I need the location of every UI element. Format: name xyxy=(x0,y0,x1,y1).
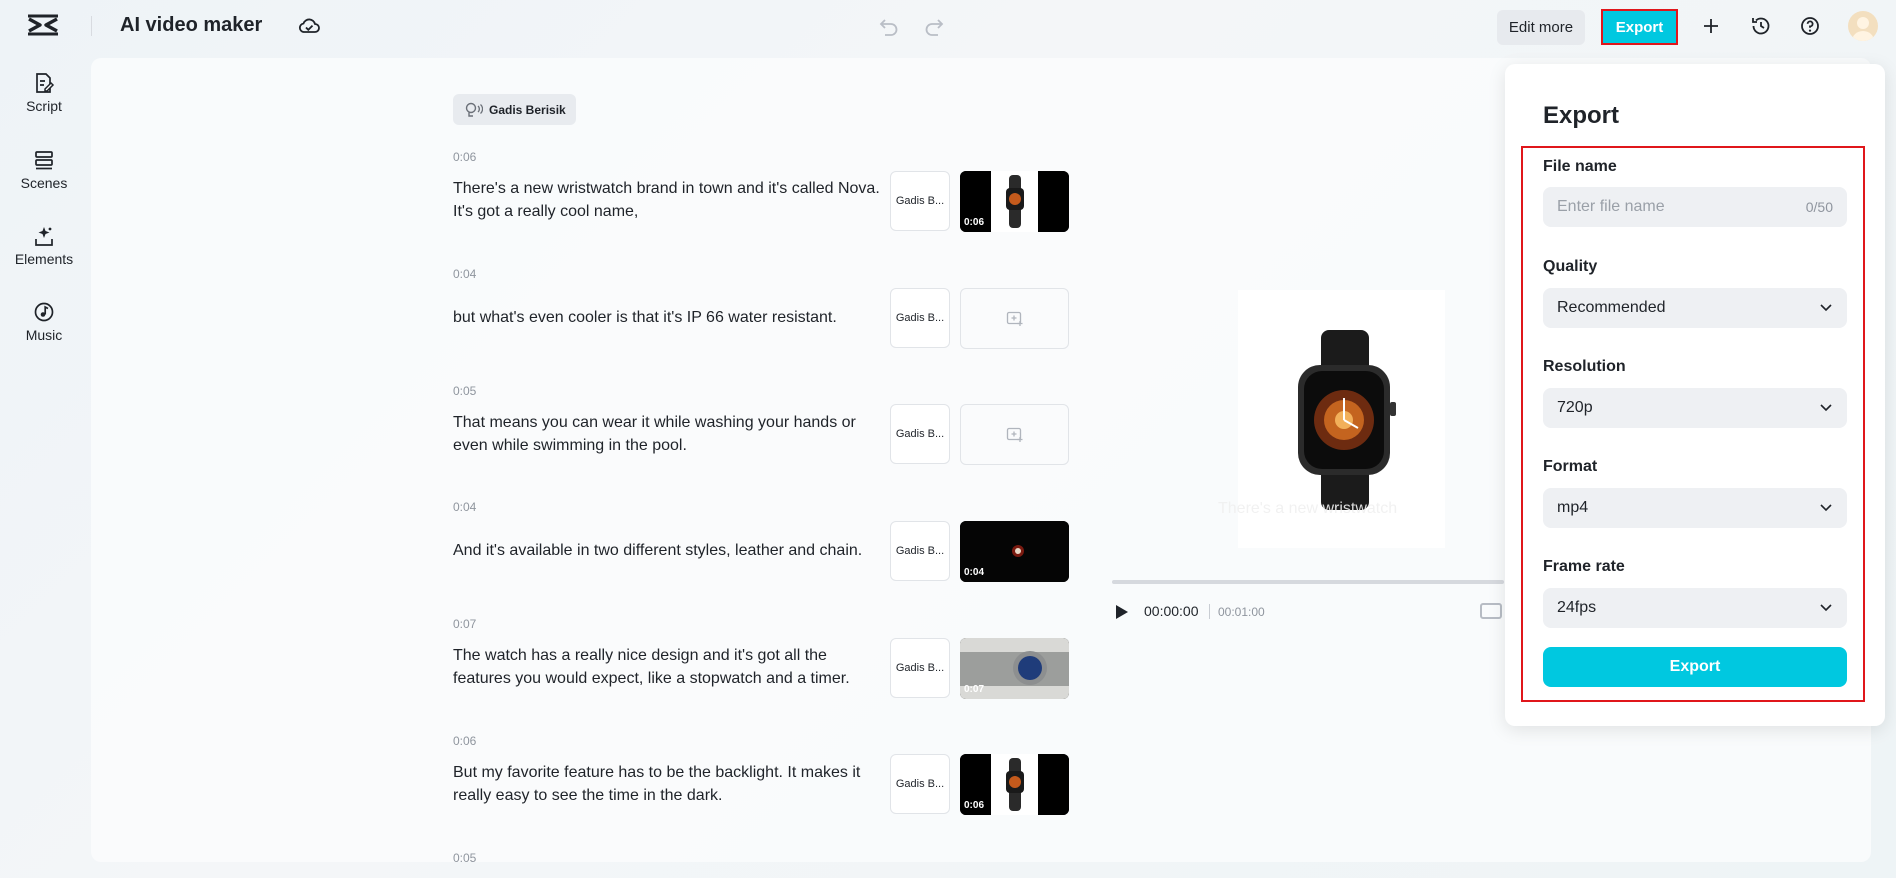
scene-time: 0:05 xyxy=(453,384,477,398)
time-divider xyxy=(1209,604,1210,619)
chevron-down-icon xyxy=(1820,404,1832,412)
add-media-button[interactable] xyxy=(960,288,1069,349)
scenes-icon xyxy=(35,151,53,170)
export-button[interactable]: Export xyxy=(1543,647,1847,687)
voice-chip[interactable]: Gadis Berisik xyxy=(453,94,576,125)
current-time: 00:00:00 xyxy=(1144,603,1199,619)
sidebar-item-elements[interactable]: Elements xyxy=(0,225,88,267)
plus-icon[interactable] xyxy=(1699,14,1723,38)
scene-thumbnail[interactable]: 0:06 xyxy=(960,754,1069,815)
scene-voice-button[interactable]: Gadis B... xyxy=(890,754,950,814)
add-media-button[interactable] xyxy=(960,404,1069,465)
history-icon[interactable] xyxy=(1749,14,1773,38)
format-label: Format xyxy=(1543,458,1598,475)
voice-icon xyxy=(465,102,483,117)
thumbnail-duration: 0:06 xyxy=(964,800,985,811)
cloud-save-icon[interactable] xyxy=(297,15,321,37)
sidebar-item-label: Script xyxy=(26,98,62,114)
playback-progress-bar[interactable] xyxy=(1112,580,1504,584)
sidebar-item-music[interactable]: Music xyxy=(0,301,88,343)
elements-icon xyxy=(35,227,53,246)
export-panel-title: Export xyxy=(1543,102,1620,129)
sidebar-item-script[interactable]: Script xyxy=(0,72,88,114)
aspect-ratio-icon[interactable] xyxy=(1480,603,1502,619)
scene-thumbnail[interactable]: 0:04 xyxy=(960,521,1069,582)
thumbnail-duration: 0:06 xyxy=(964,217,985,228)
add-media-icon xyxy=(1006,427,1022,442)
quality-label: Quality xyxy=(1543,258,1598,275)
thumbnail-duration: 0:04 xyxy=(964,567,985,578)
sidebar-item-scenes[interactable]: Scenes xyxy=(0,149,88,191)
scene-voice-button[interactable]: Gadis B... xyxy=(890,638,950,698)
user-avatar[interactable] xyxy=(1848,11,1878,41)
scene-time: 0:06 xyxy=(453,734,477,748)
scene-text[interactable]: but what's even cooler is that it's IP 6… xyxy=(453,306,883,329)
sidebar-item-label: Music xyxy=(25,327,63,343)
frame-rate-value: 24fps xyxy=(1557,599,1597,616)
file-name-input[interactable]: Enter file name 0/50 xyxy=(1543,187,1847,227)
quality-select[interactable]: Recommended xyxy=(1543,288,1847,328)
scene-voice-button[interactable]: Gadis B... xyxy=(890,521,950,581)
top-bar: AI video maker Edit more Export xyxy=(0,0,1896,52)
play-icon[interactable] xyxy=(1112,603,1130,621)
scene-text[interactable]: There's a new wristwatch brand in town a… xyxy=(453,177,883,223)
frame-rate-label: Frame rate xyxy=(1543,558,1625,575)
chevron-down-icon xyxy=(1820,504,1832,512)
file-name-counter: 0/50 xyxy=(1805,199,1833,215)
scene-text[interactable]: That means you can wear it while washing… xyxy=(453,411,883,457)
divider xyxy=(91,16,92,36)
scene-time: 0:05 xyxy=(453,851,477,865)
scene-text[interactable]: The watch has a really nice design and i… xyxy=(453,644,883,690)
preview-caption: There's a new wristwatch xyxy=(1218,500,1398,517)
chevron-down-icon xyxy=(1820,604,1832,612)
export-top-button[interactable]: Export xyxy=(1601,9,1678,45)
music-icon xyxy=(34,302,54,322)
scene-time: 0:04 xyxy=(453,500,477,514)
resolution-value: 720p xyxy=(1557,399,1593,416)
voice-chip-label: Gadis Berisik xyxy=(489,102,566,117)
scene-time: 0:04 xyxy=(453,267,477,281)
scene-voice-button[interactable]: Gadis B... xyxy=(890,171,950,231)
undo-icon[interactable] xyxy=(878,15,900,37)
scene-time: 0:06 xyxy=(453,150,477,164)
sidebar-item-label: Elements xyxy=(14,251,74,267)
quality-value: Recommended xyxy=(1557,299,1666,316)
redo-icon[interactable] xyxy=(923,15,945,37)
scene-thumbnail[interactable]: 0:07 xyxy=(960,638,1069,699)
resolution-label: Resolution xyxy=(1543,358,1626,375)
scene-voice-button[interactable]: Gadis B... xyxy=(890,404,950,464)
capcut-logo-icon[interactable] xyxy=(26,13,60,39)
add-media-icon xyxy=(1006,311,1022,326)
scene-voice-button[interactable]: Gadis B... xyxy=(890,288,950,348)
file-name-label: File name xyxy=(1543,158,1617,175)
script-icon xyxy=(36,73,55,93)
frame-rate-select[interactable]: 24fps xyxy=(1543,588,1847,628)
scene-time: 0:07 xyxy=(453,617,477,631)
thumbnail-duration: 0:07 xyxy=(964,684,985,695)
scene-text[interactable]: But my favorite feature has to be the ba… xyxy=(453,761,883,807)
app-title: AI video maker xyxy=(120,14,263,36)
scene-text[interactable]: And it's available in two different styl… xyxy=(453,539,883,562)
total-time: 00:01:00 xyxy=(1218,605,1265,619)
format-select[interactable]: mp4 xyxy=(1543,488,1847,528)
file-name-placeholder: Enter file name xyxy=(1557,198,1665,215)
resolution-select[interactable]: 720p xyxy=(1543,388,1847,428)
help-icon[interactable] xyxy=(1798,14,1822,38)
scene-thumbnail[interactable]: 0:06 xyxy=(960,171,1069,232)
avatar-icon xyxy=(1852,17,1874,41)
chevron-down-icon xyxy=(1820,304,1832,312)
edit-more-button[interactable]: Edit more xyxy=(1497,10,1585,45)
format-value: mp4 xyxy=(1557,499,1589,516)
sidebar-item-label: Scenes xyxy=(20,175,68,191)
